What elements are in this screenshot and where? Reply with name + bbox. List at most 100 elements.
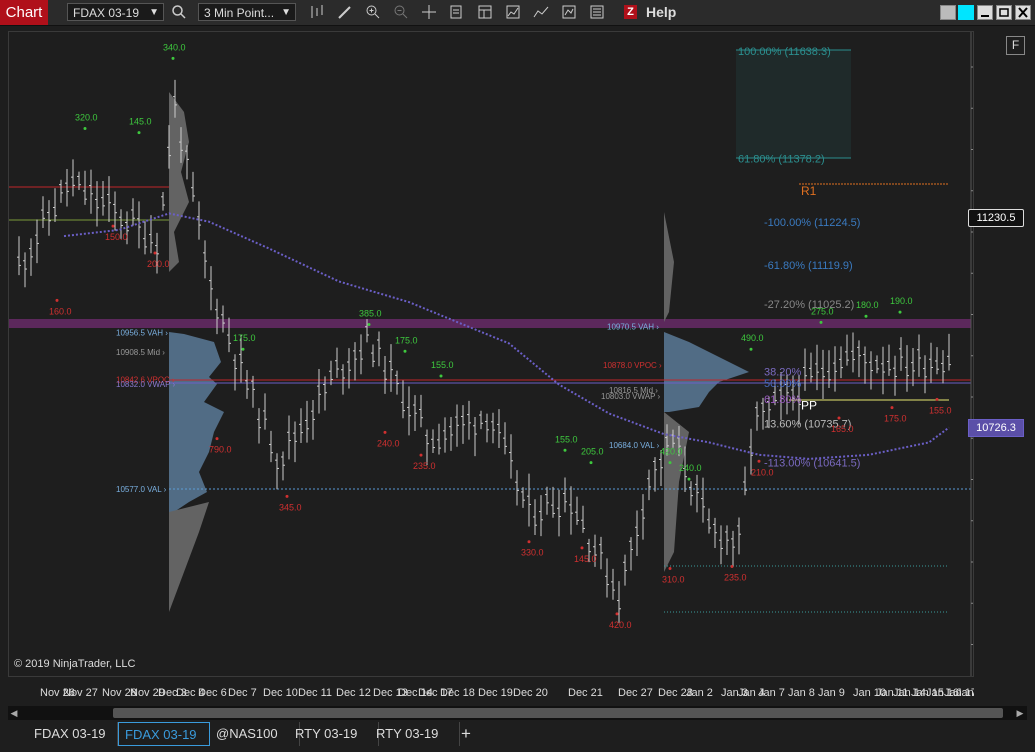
properties-icon[interactable] [476,4,494,21]
swing-high-label: 145.0 [129,117,152,127]
x-tick-label: Jan 2 [686,687,713,699]
profile-level-label: 10970.5 VAH › [607,323,659,332]
zoom-in-icon[interactable] [364,4,382,21]
fib-level-label: 100.00% (11638.3) [738,46,831,58]
data-box-icon[interactable] [448,4,466,21]
swing-high-label: 240.0 [679,463,702,473]
scroll-thumb[interactable] [113,708,1003,718]
link-color-button[interactable] [958,5,974,20]
swing-low-label: 165.0 [831,424,854,434]
swing-high-dot [171,56,175,60]
swing-high-dot [403,349,407,353]
vah-band [9,319,971,328]
swing-high-label: 320.0 [75,113,98,123]
help-menu[interactable]: Help [646,4,676,20]
swing-high-dot [864,314,868,318]
x-tick-label: Nov 27 [63,687,98,699]
swing-low-label: 160.0 [49,306,72,316]
add-tab-button[interactable]: + [455,722,483,746]
chart-trader-icon[interactable] [588,4,606,21]
tab-rty-1[interactable]: RTY 03-19 [289,722,379,746]
x-tick-label: Dec 11 [298,687,332,699]
z-order-icon[interactable]: Z [624,5,637,19]
x-tick-label: Dec 27 [618,687,653,699]
swing-high-label: 180.0 [856,300,879,310]
fib-level-label: -113.00% (10641.5) [764,457,860,469]
swing-low-label: 210.0 [751,467,774,477]
profile-level-label: 10956.5 VAH › [116,328,168,337]
swing-high-label: 420.0 [660,447,683,457]
zoom-out-icon[interactable] [392,4,410,21]
tab-fdax-2[interactable]: FDAX 03-19 [118,722,210,746]
swing-high-dot [137,131,141,135]
swing-low-dot [527,540,531,544]
profile-level-label: 10577.0 VAL › [116,485,167,494]
profile-level-label: 10684.0 VAL › [609,441,660,450]
swing-high-dot [589,461,593,465]
profile-level-label: 10878.0 VPOC › [603,361,662,370]
swing-high-dot [563,448,567,452]
swing-high-dot [898,310,902,314]
swing-high-label: 155.0 [555,434,578,444]
x-tick-label: Dec 20 [513,687,548,699]
x-tick-label: Jan 8 [788,687,815,699]
volume-profile-right [664,212,749,572]
scroll-right-icon[interactable]: ▶ [1014,707,1026,719]
swing-high-dot [749,347,753,351]
x-tick-label: Jan 18 [956,687,974,699]
swing-low-label: 200.0 [147,259,170,269]
volume-profile-left [169,92,224,612]
swing-low-dot [285,494,289,498]
chart-menu-button[interactable]: Chart [0,0,48,25]
swing-low-dot [730,564,734,568]
f-button[interactable]: F [1006,36,1025,55]
pp-label: PP [801,398,817,412]
tab-rty-2[interactable]: RTY 03-19 [370,722,460,746]
swing-high-dot [668,461,672,465]
copyright-text: © 2019 NinjaTrader, LLC [14,658,135,670]
swing-low-label: 175.0 [884,414,907,424]
close-button[interactable] [1015,5,1031,20]
bar-style-icon[interactable] [308,4,326,21]
swing-low-label: 235.0 [413,461,436,471]
swing-low-dot [837,416,841,420]
profile-level-label: 10908.5 Mid › [116,348,165,357]
tab-fdax-1[interactable]: FDAX 03-19 [28,722,118,746]
swing-high-label: 275.0 [811,306,834,316]
draw-icon[interactable] [336,4,354,21]
x-tick-label: Jan 9 [818,687,845,699]
window-color-button[interactable] [940,5,956,20]
swing-low-dot [111,224,115,228]
swing-low-dot [419,453,423,457]
minimize-button[interactable] [977,5,993,20]
swing-low-dot [757,459,761,463]
maximize-button[interactable] [996,5,1012,20]
search-icon[interactable] [170,4,188,21]
fib-level-label: 38.20% [764,366,802,378]
interval-selector[interactable]: 3 Min Point... ▼ [198,3,296,21]
x-axis: Nov 26 Nov 27 Nov 28 Nov 29 Dec 3 Dec 4 Dec 6D… [8,679,989,701]
swing-low-dot [615,612,619,616]
tab-nas100[interactable]: @NAS100 [210,722,300,746]
crosshair-icon[interactable] [420,4,438,21]
strategies-icon[interactable] [504,4,522,21]
swing-low-label: 420.0 [609,620,632,630]
chart-scrollbar[interactable]: ◀ ▶ [8,706,1027,720]
chart-panel[interactable]: 100.00% (11638.3) 61.80% (11378.2) -100.00… [8,31,1025,677]
x-tick-label: Dec 6 [198,687,227,699]
swing-high-dot [241,347,245,351]
interval-value: 3 Min Point... [204,6,275,20]
swing-low-label: 235.0 [724,572,747,582]
swing-low-label: 345.0 [279,502,302,512]
scroll-left-icon[interactable]: ◀ [8,707,20,719]
indicators-icon[interactable] [532,4,550,21]
fib-level-label: -100.00% (11224.5) [764,217,860,229]
swing-high-label: 175.0 [233,333,256,343]
swing-high-label: 340.0 [163,42,186,52]
swing-high-label: 155.0 [431,360,454,370]
templates-icon[interactable] [560,4,578,21]
chart-tabs: FDAX 03-19 FDAX 03-19 @NAS100 RTY 03-19 … [0,720,1035,752]
swing-low-dot [890,406,894,410]
instrument-selector[interactable]: FDAX 03-19 ▼ [67,3,164,21]
swing-high-dot [367,322,371,326]
